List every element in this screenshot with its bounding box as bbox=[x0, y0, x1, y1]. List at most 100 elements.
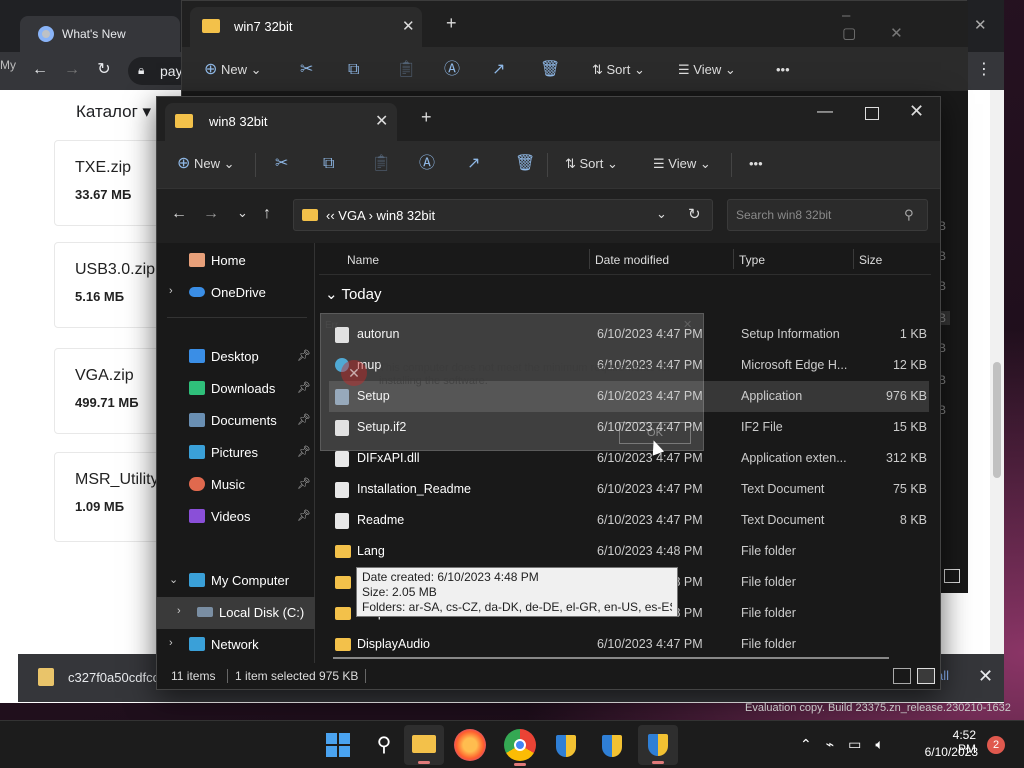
maximize-icon[interactable] bbox=[865, 107, 879, 120]
view-icon[interactable] bbox=[944, 569, 960, 583]
share-icon[interactable]: ↗ bbox=[492, 59, 505, 81]
forward-icon[interactable]: → bbox=[203, 205, 219, 223]
horizontal-scrollbar[interactable] bbox=[333, 657, 889, 659]
more-icon[interactable]: ••• bbox=[749, 153, 763, 175]
refresh-icon[interactable]: ↻ bbox=[688, 205, 701, 223]
delete-icon[interactable]: 🗑︎ bbox=[515, 153, 535, 175]
display-icon[interactable]: ▭ bbox=[848, 736, 875, 752]
column-header-date[interactable]: Date modified bbox=[595, 253, 669, 267]
delete-icon[interactable]: 🗑︎ bbox=[540, 59, 560, 81]
network-off-icon[interactable]: ⌁ bbox=[826, 736, 848, 752]
download-filename[interactable]: c327f0a50cdfcc bbox=[68, 670, 159, 685]
window-close-icon[interactable]: ✕ bbox=[909, 101, 924, 122]
file-row[interactable]: Installation_Readme 6/10/2023 4:47 PM Text… bbox=[329, 474, 929, 505]
taskbar-file-explorer[interactable] bbox=[404, 725, 444, 765]
copy-icon[interactable]: ⧉ bbox=[348, 59, 359, 81]
rename-icon[interactable]: Ⓐ bbox=[444, 59, 460, 81]
tiles-view-icon[interactable] bbox=[917, 668, 935, 684]
new-tab-icon[interactable]: + bbox=[421, 107, 432, 128]
nav-item-network[interactable]: › Network bbox=[157, 629, 315, 661]
address-bar-row: ← → ⌄ ↑ ‹‹ VGA › win8 32bit ⌄ ↻ Search w… bbox=[157, 189, 940, 243]
chevron-up-icon[interactable]: ⌃ bbox=[800, 736, 826, 752]
nav-item-documents[interactable]: Documents 📌︎ bbox=[157, 405, 315, 437]
back-icon[interactable]: ← bbox=[30, 60, 50, 80]
chrome-close-icon[interactable]: ✕ bbox=[974, 16, 987, 34]
share-icon[interactable]: ↗ bbox=[467, 153, 480, 175]
recent-chevron-icon[interactable]: ⌄ bbox=[237, 205, 248, 221]
close-icon[interactable]: ✕ bbox=[402, 17, 415, 35]
nav-item-my-computer[interactable]: ⌄ My Computer bbox=[157, 565, 315, 597]
taskbar-search-icon[interactable]: ⚲ bbox=[368, 729, 400, 761]
nav-label: Videos bbox=[211, 509, 251, 524]
file-row[interactable]: Readme 6/10/2023 4:47 PM Text Document 8 KB bbox=[329, 505, 929, 536]
rename-icon[interactable]: Ⓐ bbox=[419, 153, 435, 175]
cut-icon[interactable]: ✂ bbox=[300, 59, 313, 81]
file-type: Setup Information bbox=[741, 327, 840, 341]
column-divider[interactable] bbox=[733, 249, 734, 269]
new-tab-icon[interactable]: + bbox=[446, 13, 457, 34]
sort-button[interactable]: ⇅ Sort ⌄ bbox=[592, 59, 645, 81]
explorer-tab[interactable]: win8 32bit ✕ bbox=[165, 103, 397, 141]
chrome-tab[interactable]: What's New bbox=[20, 16, 180, 52]
minimize-icon[interactable]: — bbox=[817, 103, 833, 121]
volume-icon[interactable]: 🔈︎ bbox=[875, 736, 897, 752]
taskbar-shield-app-icon[interactable] bbox=[596, 729, 628, 761]
group-header-today[interactable]: ⌄ Today bbox=[325, 285, 382, 303]
nav-item-pictures[interactable]: Pictures 📌︎ bbox=[157, 437, 315, 469]
file-row[interactable]: Lang 6/10/2023 4:48 PM File folder bbox=[329, 536, 929, 567]
nav-item-downloads[interactable]: Downloads 📌︎ bbox=[157, 373, 315, 405]
chrome-menu-icon[interactable]: ⋮ bbox=[974, 60, 994, 80]
start-button[interactable] bbox=[322, 729, 354, 761]
taskbar-shield-app-icon[interactable] bbox=[550, 729, 582, 761]
details-view-icon[interactable] bbox=[893, 668, 911, 684]
copy-icon[interactable]: ⧉ bbox=[323, 153, 334, 175]
sort-label: Sort bbox=[579, 156, 604, 171]
paste-icon[interactable]: 📋︎ bbox=[396, 59, 416, 81]
bookmark-item[interactable]: My bbox=[0, 58, 16, 72]
view-button[interactable]: ☰ View ⌄ bbox=[678, 59, 736, 81]
column-divider[interactable] bbox=[589, 249, 590, 269]
taskbar-shield-app-icon[interactable] bbox=[638, 725, 678, 765]
cut-icon[interactable]: ✂ bbox=[275, 153, 288, 175]
nav-item-home[interactable]: Home bbox=[157, 245, 315, 277]
notification-badge[interactable]: 2 bbox=[987, 736, 1005, 754]
back-icon[interactable]: ← bbox=[171, 205, 187, 223]
nav-item-local-disk[interactable]: › Local Disk (C:) bbox=[157, 597, 315, 629]
nav-item-videos[interactable]: Videos 📌︎ bbox=[157, 501, 315, 533]
taskbar-firefox-icon[interactable] bbox=[454, 729, 486, 761]
search-input[interactable]: Search win8 32bit ⚲ bbox=[727, 199, 928, 231]
nav-item-music[interactable]: Music 📌︎ bbox=[157, 469, 315, 501]
chevron-down-icon[interactable]: ⌄ bbox=[656, 206, 667, 222]
up-icon[interactable]: ↑ bbox=[263, 205, 271, 223]
system-tray[interactable]: ⌃⌁▭🔈︎ bbox=[800, 736, 898, 753]
explorer-tab[interactable]: win7 32bit ✕ bbox=[190, 7, 422, 47]
file-row[interactable]: DisplayAudio 6/10/2023 4:47 PM File folder bbox=[329, 629, 929, 660]
clock-date[interactable]: 6/10/2023 bbox=[918, 745, 978, 759]
scrollbar-thumb[interactable] bbox=[993, 362, 1001, 478]
taskbar-chrome-icon[interactable] bbox=[504, 729, 536, 766]
window-controls[interactable]: –▢✕ bbox=[842, 7, 968, 42]
omnibox[interactable]: 🔒︎ pay bbox=[128, 57, 188, 85]
new-button[interactable]: ⊕ New ⌄ bbox=[204, 59, 262, 81]
column-divider[interactable] bbox=[853, 249, 854, 269]
page-scrollbar[interactable] bbox=[990, 90, 1004, 703]
more-icon[interactable]: ••• bbox=[776, 59, 790, 81]
column-header-type[interactable]: Type bbox=[739, 253, 765, 267]
address-bar[interactable]: ‹‹ VGA › win8 32bit ⌄ ↻ bbox=[293, 199, 713, 231]
reload-icon[interactable]: ↻ bbox=[94, 60, 114, 80]
column-header-size[interactable]: Size bbox=[859, 253, 882, 267]
view-button[interactable]: ☰ View ⌄ bbox=[653, 153, 711, 175]
sort-button[interactable]: ⇅ Sort ⌄ bbox=[565, 153, 618, 175]
address-path[interactable]: ‹‹ VGA › win8 32bit bbox=[326, 208, 435, 223]
paste-icon[interactable]: 📋︎ bbox=[371, 153, 391, 175]
nav-item-onedrive[interactable]: › OneDrive bbox=[157, 277, 315, 309]
forward-icon[interactable]: → bbox=[62, 60, 82, 80]
new-button[interactable]: ⊕ New ⌄ bbox=[177, 153, 235, 175]
close-icon[interactable]: ✕ bbox=[683, 318, 692, 331]
column-header-name[interactable]: Name bbox=[347, 253, 379, 267]
close-icon[interactable]: ✕ bbox=[978, 666, 993, 687]
nav-item-desktop[interactable]: Desktop 📌︎ bbox=[157, 341, 315, 373]
close-icon[interactable]: ✕ bbox=[375, 111, 388, 131]
dialog-title: Err bbox=[325, 320, 339, 331]
catalog-menu[interactable]: Каталог ▾ bbox=[76, 102, 151, 122]
